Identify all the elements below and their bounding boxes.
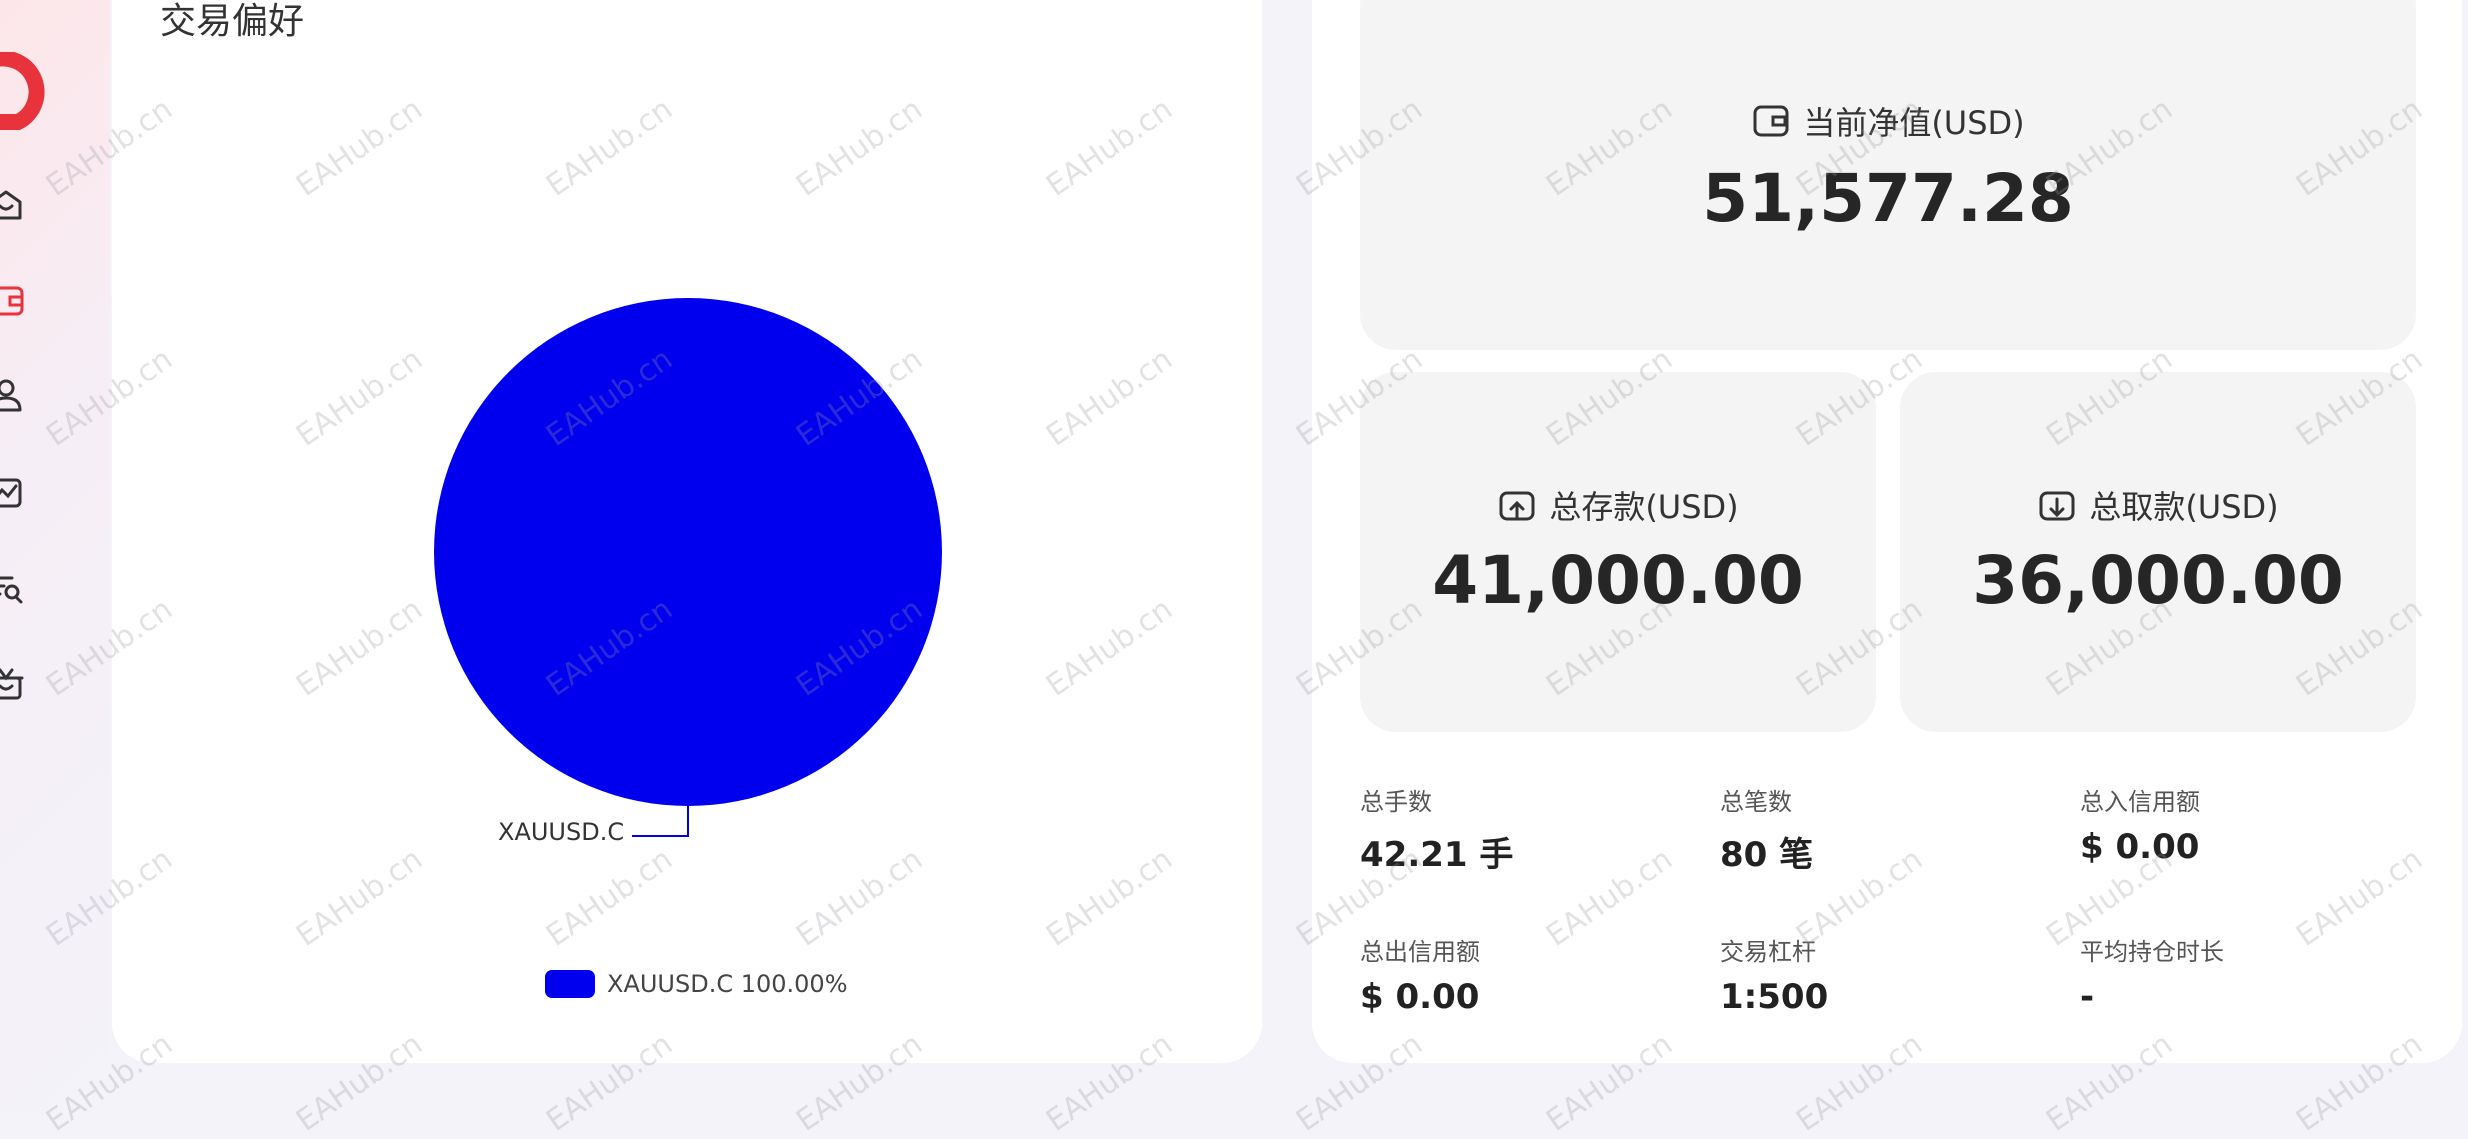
search-user-icon[interactable] (0, 568, 26, 608)
sidebar (0, 0, 110, 1113)
total-withdrawal-label: 总取款(USD) (2089, 488, 2279, 526)
total-withdrawal-amount: 36,000.00 (1972, 542, 2344, 619)
metric-value: $ 0.00 (2080, 827, 2200, 867)
legend-label: XAUUSD.C 100.00% (607, 970, 848, 998)
metric-value: 42.21 手 (1360, 835, 1514, 875)
logo-icon[interactable] (0, 52, 50, 132)
metric-label: 总手数 (1360, 788, 1432, 816)
metric-value: $ 0.00 (1360, 977, 1480, 1017)
pie-slice-label: XAUUSD.C (498, 818, 625, 846)
metric-label: 总笔数 (1720, 788, 1792, 816)
user-icon[interactable] (0, 376, 26, 416)
metric-label: 交易杠杆 (1720, 938, 1816, 966)
metric-total-lots: 总手数 42.21 手 (1360, 782, 1513, 876)
chart-legend[interactable]: XAUUSD.C 100.00% (545, 970, 848, 998)
net-value-header: 当前净值(USD) (1360, 98, 2416, 144)
legend-swatch (545, 970, 595, 998)
metric-label: 总入信用额 (2080, 788, 2200, 816)
metric-value: 80 笔 (1720, 835, 1814, 875)
metric-label: 总出信用额 (1360, 938, 1480, 966)
pie-chart (420, 280, 980, 864)
metric-value: - (2080, 977, 2095, 1017)
pie-slice-xauusd[interactable] (434, 298, 942, 806)
upload-icon (1499, 491, 1535, 521)
pie-chart-svg (434, 298, 942, 837)
metric-total-trades: 总笔数 80 笔 (1720, 782, 1813, 876)
gift-icon[interactable] (0, 664, 26, 704)
download-icon (2039, 491, 2075, 521)
metric-label: 平均持仓时长 (2080, 938, 2224, 966)
total-withdrawal-header: 总取款(USD) (1900, 482, 2416, 528)
net-value-amount: 51,577.28 (1702, 160, 2074, 237)
total-deposit-amount: 41,000.00 (1432, 542, 1804, 619)
metric-avg-holding-time: 平均持仓时长 - (2080, 932, 2224, 1017)
total-deposit-tile: 总存款(USD) 41,000.00 (1360, 372, 1876, 732)
home-icon[interactable] (0, 184, 26, 224)
wallet-icon[interactable] (0, 280, 26, 320)
metric-credit-out: 总出信用额 $ 0.00 (1360, 932, 1480, 1017)
pie-label-line (632, 806, 689, 837)
net-value-tile: 当前净值(USD) 51,577.28 (1360, 0, 2416, 350)
wallet-icon (1753, 105, 1789, 137)
total-deposit-header: 总存款(USD) (1360, 482, 1876, 528)
metric-leverage: 交易杠杆 1:500 (1720, 932, 1828, 1017)
total-deposit-label: 总存款(USD) (1549, 488, 1739, 526)
metric-credit-in: 总入信用额 $ 0.00 (2080, 782, 2200, 867)
chart-icon[interactable] (0, 472, 26, 512)
total-withdrawal-tile: 总取款(USD) 36,000.00 (1900, 372, 2416, 732)
net-value-label: 当前净值(USD) (1803, 104, 2025, 142)
metric-value: 1:500 (1720, 977, 1829, 1017)
trading-preference-title: 交易偏好 (160, 1, 305, 42)
